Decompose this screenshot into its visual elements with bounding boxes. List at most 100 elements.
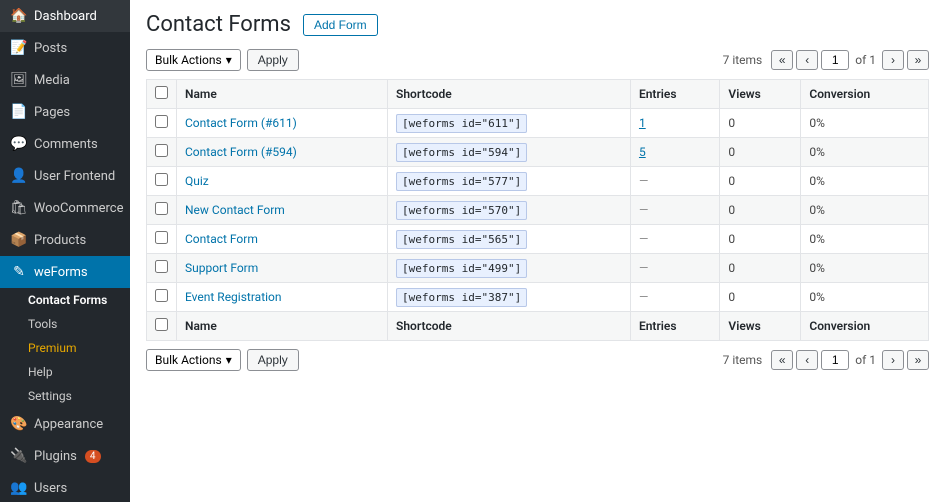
entry-count-link[interactable]: 5 [639,145,646,159]
row-checkbox[interactable] [155,231,168,244]
sidebar-sub-settings[interactable]: Settings [0,384,130,408]
row-checkbox[interactable] [155,260,168,273]
row-name-cell: New Contact Form [177,196,388,225]
sidebar-sub-help[interactable]: Help [0,360,130,384]
shortcode-badge: [weforms id="594"] [396,143,527,162]
bottom-of-pages-label: of 1 [855,353,876,367]
row-name-cell: Event Registration [177,283,388,312]
sidebar-sub-premium[interactable]: Premium [0,336,130,360]
form-name-link[interactable]: New Contact Form [185,203,285,217]
sidebar-item-label: Posts [34,41,67,56]
row-views-cell: 0 [720,167,801,196]
prev-page-button[interactable]: ‹ [796,50,818,70]
woocommerce-icon: 🛍 [10,200,28,216]
row-checkbox[interactable] [155,144,168,157]
bulk-actions-label: Bulk Actions [155,53,222,67]
row-name-cell: Contact Form (#611) [177,109,388,138]
form-name-link[interactable]: Quiz [185,174,209,188]
plugins-icon: 🔌 [10,448,28,464]
page-number-input[interactable] [821,50,849,70]
sidebar-sub-contact-forms[interactable]: Contact Forms [0,288,130,312]
table-row: Contact Form (#611) [weforms id="611"] 1… [147,109,929,138]
sidebar-item-label: Appearance [34,417,103,432]
row-entries-cell: 5 [630,138,719,167]
bottom-first-page-button[interactable]: « [771,350,793,370]
sidebar-item-label: WooCommerce [34,201,124,216]
sidebar-item-products[interactable]: 📦 Products [0,224,130,256]
row-entries-cell: 1 [630,109,719,138]
bottom-next-page-button[interactable]: › [882,350,904,370]
row-conversion-cell: 0% [801,225,929,254]
add-form-button[interactable]: Add Form [303,14,378,36]
sidebar-item-woocommerce[interactable]: 🛍 WooCommerce [0,192,130,224]
row-conversion-cell: 0% [801,109,929,138]
sidebar-item-posts[interactable]: 📝 Posts [0,32,130,64]
bottom-pagination: 7 items « ‹ of 1 › » [723,350,929,370]
form-name-link[interactable]: Contact Form (#611) [185,116,297,130]
sidebar-item-dashboard[interactable]: 🏠 Dashboard [0,0,130,32]
row-conversion-cell: 0% [801,254,929,283]
sidebar-item-appearance[interactable]: 🎨 Appearance [0,408,130,440]
sidebar-sub-tools[interactable]: Tools [0,312,130,336]
footer-select-all-checkbox[interactable] [155,318,168,331]
select-all-header [147,80,177,109]
apply-button[interactable]: Apply [247,49,299,71]
entry-dash: — [639,174,648,188]
bottom-apply-button[interactable]: Apply [247,349,299,371]
row-checkbox[interactable] [155,173,168,186]
page-header: Contact Forms Add Form [146,12,929,37]
form-name-link[interactable]: Event Registration [185,290,282,304]
sidebar-item-label: Users [34,481,67,496]
sidebar-item-users[interactable]: 👥 Users [0,472,130,502]
sidebar-item-comments[interactable]: 💬 Comments [0,128,130,160]
form-name-link[interactable]: Support Form [185,261,258,275]
last-page-button[interactable]: » [907,50,929,70]
page-title: Contact Forms [146,12,291,37]
entry-count-link[interactable]: 1 [639,116,646,130]
first-page-button[interactable]: « [771,50,793,70]
main-content: Contact Forms Add Form Bulk Actions ▾ Ap… [130,0,945,502]
bottom-prev-page-button[interactable]: ‹ [796,350,818,370]
bottom-bulk-actions-dropdown[interactable]: Bulk Actions ▾ [146,349,241,371]
shortcode-badge: [weforms id="387"] [396,288,527,307]
shortcode-badge: [weforms id="499"] [396,259,527,278]
row-checkbox[interactable] [155,202,168,215]
row-shortcode-cell: [weforms id="499"] [388,254,631,283]
sidebar-item-label: Media [34,73,70,88]
row-shortcode-cell: [weforms id="565"] [388,225,631,254]
footer-shortcode-header: Shortcode [388,312,631,341]
name-column-header: Name [177,80,388,109]
table-row: Event Registration [weforms id="387"] — … [147,283,929,312]
sidebar-item-pages[interactable]: 📄 Pages [0,96,130,128]
forms-table: Name Shortcode Entries Views Conversion … [146,79,929,341]
sidebar-item-user-frontend[interactable]: 👤 User Frontend [0,160,130,192]
entry-dash: — [639,232,648,246]
row-checkbox-cell [147,196,177,225]
row-entries-cell: — [630,225,719,254]
pages-icon: 📄 [10,104,28,120]
bottom-last-page-button[interactable]: » [907,350,929,370]
row-checkbox-cell [147,138,177,167]
comments-icon: 💬 [10,136,28,152]
shortcode-badge: [weforms id="611"] [396,114,527,133]
bottom-page-number-input[interactable] [821,350,849,370]
table-row: Quiz [weforms id="577"] — 0 0% [147,167,929,196]
row-checkbox[interactable] [155,115,168,128]
sidebar-item-weforms[interactable]: ✎ weForms [0,256,130,288]
row-checkbox[interactable] [155,289,168,302]
of-pages-label: of 1 [855,53,876,67]
next-page-button[interactable]: › [882,50,904,70]
row-name-cell: Contact Form (#594) [177,138,388,167]
appearance-icon: 🎨 [10,416,28,432]
row-entries-cell: — [630,283,719,312]
select-all-checkbox[interactable] [155,86,168,99]
form-name-link[interactable]: Contact Form [185,232,258,246]
table-row: Support Form [weforms id="499"] — 0 0% [147,254,929,283]
sidebar-item-media[interactable]: 🖼 Media [0,64,130,96]
entry-dash: — [639,290,648,304]
form-name-link[interactable]: Contact Form (#594) [185,145,297,159]
bulk-actions-dropdown[interactable]: Bulk Actions ▾ [146,49,241,71]
sidebar-item-plugins[interactable]: 🔌 Plugins 4 [0,440,130,472]
row-shortcode-cell: [weforms id="611"] [388,109,631,138]
conversion-column-header: Conversion [801,80,929,109]
